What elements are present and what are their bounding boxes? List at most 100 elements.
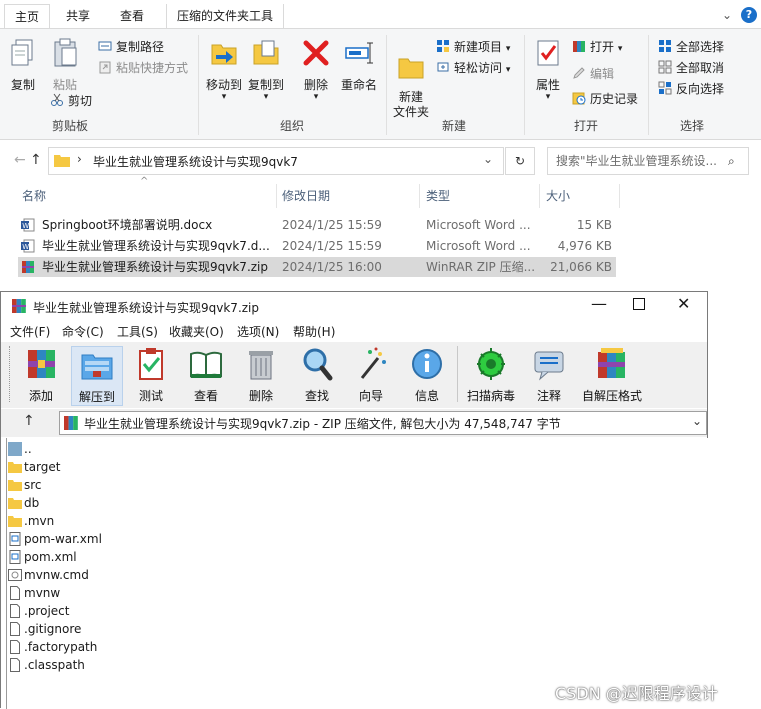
trash-can-icon <box>249 351 273 380</box>
folder-icon <box>8 462 22 473</box>
properties-label: 属性 <box>535 78 560 92</box>
entry-name: mvnw.cmd <box>24 568 89 582</box>
view-button[interactable]: 查看 <box>183 346 229 404</box>
collapse-ribbon-icon[interactable]: ⌄ <box>722 8 732 22</box>
up-arrow-icon[interactable]: ↑ <box>30 152 42 168</box>
info-icon <box>412 349 442 379</box>
entry-name: src <box>24 478 42 492</box>
address-dropdown-icon[interactable]: ⌄ <box>483 152 493 166</box>
winrar-toolbar: 添加 解压到 测试 查看 删除 查找 向导 信息 扫描病毒 注释 自解压格式 <box>1 342 707 408</box>
menu-options[interactable]: 选项(N) <box>237 323 279 340</box>
menu-file[interactable]: 文件(F) <box>10 323 50 340</box>
tab-share[interactable]: 共享 <box>56 4 100 28</box>
extract-to-button[interactable]: 解压到 <box>71 346 123 406</box>
watermark: CSDN @迟限程序设计 <box>555 684 718 703</box>
wizard-button[interactable]: 向导 <box>351 346 391 404</box>
scan-virus-button[interactable]: 扫描病毒 <box>465 346 517 404</box>
add-button[interactable]: 添加 <box>21 346 61 404</box>
close-icon[interactable]: ✕ <box>677 294 690 313</box>
find-button[interactable]: 查找 <box>297 346 337 404</box>
tab-view[interactable]: 查看 <box>110 4 154 28</box>
history-label: 历史记录 <box>590 92 639 106</box>
paste-shortcut-button[interactable]: 粘贴快捷方式 <box>98 58 188 78</box>
new-folder-icon <box>398 58 424 79</box>
search-icon[interactable]: ⌕ <box>728 148 735 174</box>
file-name: 毕业生就业管理系统设计与实现9qvk7.zip <box>42 260 269 274</box>
history-icon <box>572 92 586 105</box>
move-to-button[interactable]: 移动到 ▾ <box>204 37 244 102</box>
select-none-button[interactable]: 全部取消 <box>658 58 724 78</box>
menu-help[interactable]: 帮助(H) <box>293 323 335 340</box>
new-item-button[interactable]: 新建项目 ▾ <box>436 37 510 57</box>
entry-name: pom.xml <box>24 550 77 564</box>
rename-button[interactable]: 重命名 <box>338 37 380 93</box>
winrar-archive-icon <box>22 261 34 273</box>
paste-shortcut-label: 粘贴快捷方式 <box>116 61 189 75</box>
history-button[interactable]: 历史记录 <box>572 89 638 109</box>
move-to-icon <box>211 44 237 65</box>
magnifier-icon <box>303 348 333 381</box>
delete-button[interactable]: 删除 ▾ <box>300 37 332 102</box>
path-dropdown-icon[interactable]: ⌄ <box>692 414 702 428</box>
invert-selection-icon <box>658 81 672 95</box>
paste-button[interactable]: 粘贴 <box>48 37 82 93</box>
archive-path-box[interactable]: 毕业生就业管理系统设计与实现9qvk7.zip - ZIP 压缩文件, 解包大小… <box>59 411 707 435</box>
file-explorer-window: 主页 共享 查看 压缩的文件夹工具 ⌄ ? 复制 粘贴 复制路径 粘贴快捷方式 … <box>0 0 761 290</box>
entry-name: target <box>24 460 61 474</box>
paste-shortcut-icon <box>99 61 111 74</box>
comment-button[interactable]: 注释 <box>529 346 569 404</box>
file-date: 2024/1/25 15:59 <box>282 218 382 232</box>
column-date-modified[interactable]: 修改日期 <box>282 184 330 208</box>
file-row[interactable]: W Springboot环境部署说明.docx 2024/1/25 15:59 … <box>18 215 616 235</box>
delete-archive-button[interactable]: 删除 <box>241 346 281 404</box>
sfx-button[interactable]: 自解压格式 <box>579 346 645 404</box>
up-one-level-icon[interactable]: ↑ <box>23 413 35 429</box>
copy-path-button[interactable]: 复制路径 <box>98 37 164 57</box>
tab-compressed-folder-tools[interactable]: 压缩的文件夹工具 <box>166 4 285 28</box>
cut-button[interactable]: 剪切 <box>50 91 92 111</box>
new-item-label: 新建项目 <box>454 40 503 54</box>
open-button[interactable]: 打开 ▾ <box>572 37 622 57</box>
rename-label: 重命名 <box>340 78 377 92</box>
edit-button[interactable]: 编辑 <box>572 64 614 84</box>
search-input[interactable]: 搜索"毕业生就业管理系统设... ⌕ <box>547 147 749 175</box>
delete-x-icon <box>303 40 329 66</box>
select-all-button[interactable]: 全部选择 <box>658 37 724 57</box>
breadcrumb-path[interactable]: 毕业生就业管理系统设计与实现9qvk7 <box>93 153 298 170</box>
entry-name: .gitignore <box>24 622 82 636</box>
menu-commands[interactable]: 命令(C) <box>62 323 104 340</box>
menu-favorites[interactable]: 收藏夹(O) <box>169 323 224 340</box>
easy-access-button[interactable]: 轻松访问 ▾ <box>436 58 510 78</box>
column-type[interactable]: 类型 <box>426 184 450 208</box>
properties-button[interactable]: 属性 ▾ <box>530 37 566 102</box>
file-row-selected[interactable]: 毕业生就业管理系统设计与实现9qvk7.zip 2024/1/25 16:00 … <box>18 257 616 277</box>
menu-bar: 文件(F) 命令(C) 工具(S) 收藏夹(O) 选项(N) 帮助(H) <box>1 321 707 341</box>
column-size[interactable]: 大小 <box>546 184 570 208</box>
minimize-icon[interactable]: — <box>591 294 607 313</box>
entry-name: .project <box>24 604 70 618</box>
file-size: 21,066 KB <box>550 260 612 274</box>
clipboard-group-label: 剪贴板 <box>51 119 88 133</box>
copy-path-label: 复制路径 <box>116 40 165 54</box>
tab-home[interactable]: 主页 <box>4 4 51 29</box>
svg-text:W: W <box>22 222 29 230</box>
entry-name: mvnw <box>24 586 61 600</box>
rename-icon <box>345 42 373 64</box>
refresh-icon[interactable]: ↻ <box>505 147 535 175</box>
copy-button[interactable]: 复制 <box>6 37 40 93</box>
word-doc-icon: W <box>21 239 35 253</box>
address-box[interactable]: › 毕业生就业管理系统设计与实现9qvk7 ⌄ <box>48 147 504 175</box>
maximize-icon[interactable] <box>633 298 645 310</box>
test-button[interactable]: 测试 <box>131 346 171 404</box>
column-name[interactable]: 名称 <box>22 184 46 208</box>
info-button[interactable]: 信息 <box>407 346 447 404</box>
menu-tools[interactable]: 工具(S) <box>117 323 158 340</box>
archive-file-list: .. target src db .mvn pom-war.xml pom.xm… <box>6 438 708 709</box>
back-arrow-icon[interactable]: ← <box>14 152 26 168</box>
invert-selection-button[interactable]: 反向选择 <box>658 79 724 99</box>
file-row[interactable]: W 毕业生就业管理系统设计与实现9qvk7.d... 2024/1/25 15:… <box>18 236 616 256</box>
help-icon[interactable]: ? <box>741 7 757 23</box>
wizard-label: 向导 <box>358 389 383 403</box>
copy-path-icon <box>98 41 112 51</box>
copy-to-button[interactable]: 复制到 ▾ <box>246 37 286 102</box>
